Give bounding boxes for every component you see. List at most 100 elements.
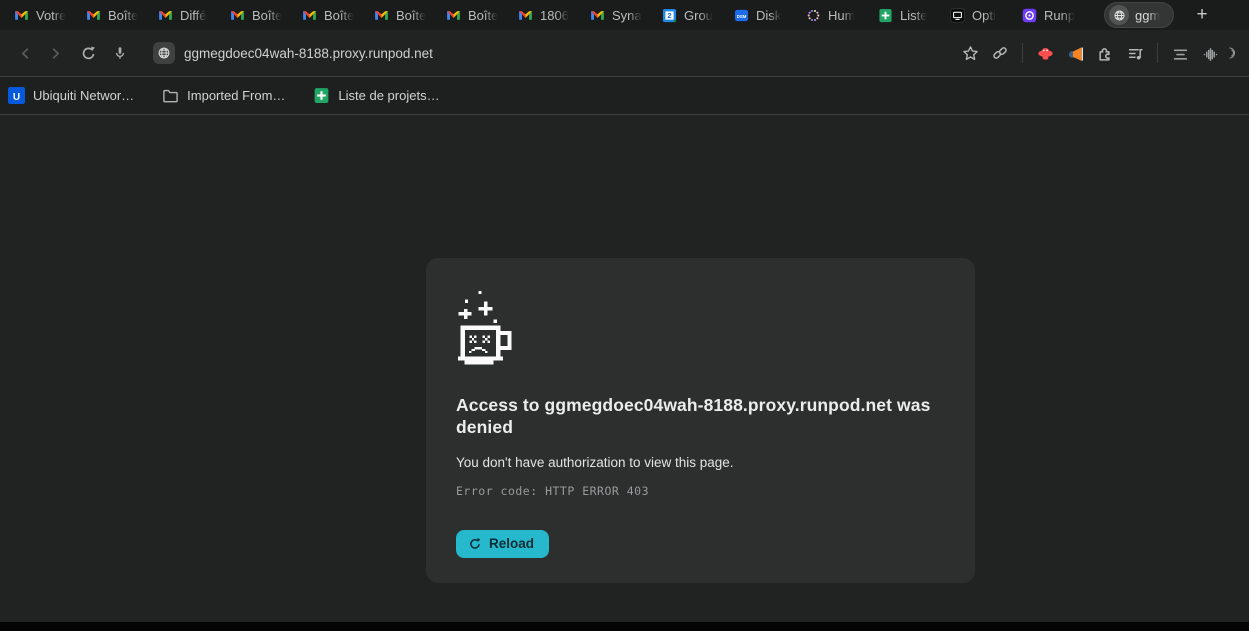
error-card: Access to ggmegdoec04wah-8188.proxy.runp…: [426, 258, 975, 583]
tab-16-active[interactable]: ggm: [1104, 2, 1174, 28]
star-icon: [962, 45, 979, 62]
tab-label: Boîte: [468, 8, 498, 23]
google-sheets-icon: [878, 8, 893, 23]
svg-text:2: 2: [667, 11, 671, 20]
gmail-icon: [158, 8, 173, 23]
browser-window: Votre Boîte Diffé Boîte Boîte Boîte Boît…: [0, 0, 1249, 631]
tab-13[interactable]: Liste: [878, 0, 950, 30]
new-tab-button[interactable]: +: [1188, 1, 1216, 29]
reload-button[interactable]: Reload: [456, 530, 549, 558]
monitor-icon: [950, 8, 965, 23]
tab-label: Syna: [612, 8, 642, 23]
plus-icon: +: [1196, 4, 1207, 26]
page-content: Access to ggmegdoec04wah-8188.proxy.runp…: [0, 115, 1249, 622]
tab-label: Grou: [684, 8, 713, 23]
link-icon: [992, 45, 1008, 61]
forward-button[interactable]: [40, 38, 70, 68]
puzzle-icon: [1097, 45, 1114, 62]
error-message: You don't have authorization to view thi…: [456, 455, 945, 470]
tab-label: Hum: [828, 8, 855, 23]
extensions-button[interactable]: [1090, 38, 1120, 68]
tab-label: ggm: [1135, 8, 1160, 23]
globe-icon: [1109, 5, 1129, 25]
tab-3[interactable]: Diffé: [158, 0, 230, 30]
bookmarks-bar: U Ubiquiti Networ… Imported From… Liste …: [0, 76, 1249, 115]
reload-icon: [80, 45, 97, 62]
extension-megaphone-button[interactable]: [1060, 38, 1090, 68]
tab-11[interactable]: DSM Disk: [734, 0, 806, 30]
error-code: Error code: HTTP ERROR 403: [456, 484, 945, 498]
gmail-icon: [302, 8, 317, 23]
site-info-badge[interactable]: [153, 42, 175, 64]
gmail-icon: [518, 8, 533, 23]
tab-4[interactable]: Boîte: [230, 0, 302, 30]
gmail-icon: [446, 8, 461, 23]
tab-7[interactable]: Boîte: [446, 0, 518, 30]
tab-8[interactable]: 1806: [518, 0, 590, 30]
address-bar-url[interactable]: ggmegdoec04wah-8188.proxy.runpod.net: [184, 46, 433, 61]
microphone-icon: [112, 45, 128, 61]
tab-label: Liste: [900, 8, 927, 23]
voice-waveform-button[interactable]: [1195, 38, 1225, 68]
megaphone-icon: [1066, 44, 1085, 63]
tab-label: Boîte: [324, 8, 354, 23]
bookmark-liste-projets[interactable]: Liste de projets…: [313, 87, 439, 104]
reload-button-toolbar[interactable]: [73, 38, 103, 68]
globe-icon: [157, 46, 171, 60]
reload-icon: [468, 537, 482, 551]
sidebar-list-button[interactable]: [1165, 38, 1195, 68]
bookmark-imported-folder[interactable]: Imported From…: [162, 87, 285, 104]
mic-button[interactable]: [105, 38, 135, 68]
screen-arcs-icon: [1225, 43, 1239, 63]
tab-strip: Votre Boîte Diffé Boîte Boîte Boîte Boît…: [0, 0, 1249, 30]
bookmark-label: Liste de projets…: [338, 88, 439, 103]
tab-label: Disk: [756, 8, 781, 23]
tab-10[interactable]: 2 Grou: [662, 0, 734, 30]
tab-label: Boîte: [396, 8, 426, 23]
screen-arcs-button[interactable]: [1225, 38, 1239, 68]
svg-text:DSM: DSM: [737, 13, 747, 18]
gmail-icon: [86, 8, 101, 23]
media-playlist-button[interactable]: [1120, 38, 1150, 68]
tab-15[interactable]: Runp: [1022, 0, 1094, 30]
runpod-icon: [1022, 8, 1037, 23]
tab-label: Boîte: [108, 8, 138, 23]
bookmark-label: Ubiquiti Networ…: [33, 88, 134, 103]
tab-6[interactable]: Boîte: [374, 0, 446, 30]
tab-2[interactable]: Boîte: [86, 0, 158, 30]
gmail-icon: [230, 8, 245, 23]
google-sheets-icon: [313, 87, 330, 104]
tab-14[interactable]: Opti: [950, 0, 1022, 30]
tab-1[interactable]: Votre: [14, 0, 86, 30]
reload-button-label: Reload: [489, 536, 534, 551]
gmail-icon: [374, 8, 389, 23]
tab-label: Votre: [36, 8, 66, 23]
google-calendar-icon: 2: [662, 8, 677, 23]
tab-label: Opti: [972, 8, 996, 23]
bookmark-label: Imported From…: [187, 88, 285, 103]
media-playlist-icon: [1127, 45, 1144, 62]
tab-label: Diffé: [180, 8, 207, 23]
toolbar-divider: [1157, 43, 1158, 63]
extension-red-mascot-button[interactable]: [1030, 38, 1060, 68]
back-button[interactable]: [10, 38, 40, 68]
red-mascot-icon: [1036, 44, 1055, 63]
bookmark-button[interactable]: [955, 38, 985, 68]
tab-label: Boîte: [252, 8, 282, 23]
voice-waveform-icon: [1202, 45, 1219, 62]
bookmark-ubiquiti[interactable]: U Ubiquiti Networ…: [8, 87, 134, 104]
svg-text:U: U: [13, 92, 20, 103]
sad-mug-icon: [456, 290, 518, 366]
toolbar: ggmegdoec04wah-8188.proxy.runpod.net: [0, 30, 1249, 76]
error-title: Access to ggmegdoec04wah-8188.proxy.runp…: [456, 394, 945, 438]
gmail-icon: [590, 8, 605, 23]
tab-9[interactable]: Syna: [590, 0, 662, 30]
copy-link-button[interactable]: [985, 38, 1015, 68]
hume-dots-icon: [806, 8, 821, 23]
tab-5[interactable]: Boîte: [302, 0, 374, 30]
toolbar-divider: [1022, 43, 1023, 63]
forward-icon: [47, 45, 64, 62]
tab-12[interactable]: Hum: [806, 0, 878, 30]
folder-icon: [162, 87, 179, 104]
tab-label: Runp: [1044, 8, 1075, 23]
